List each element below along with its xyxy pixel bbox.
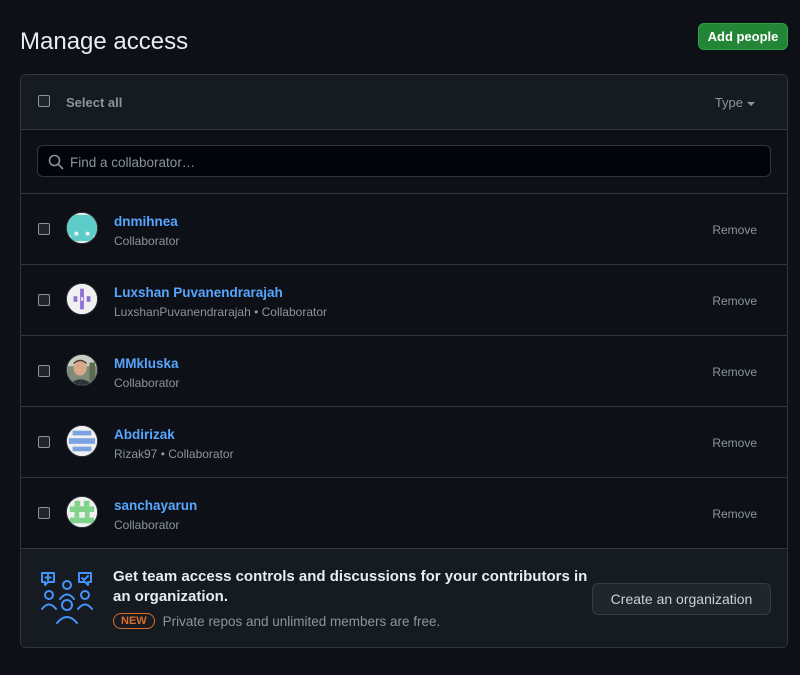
avatar[interactable] (66, 283, 98, 315)
collaborator-name-link[interactable]: sanchayarun (114, 498, 197, 513)
identicon-teal-icon (67, 213, 97, 243)
user-photo-icon (67, 355, 97, 385)
search-area (21, 130, 787, 194)
create-organization-button[interactable]: Create an organization (592, 583, 771, 615)
type-filter-dropdown[interactable]: Type (715, 95, 755, 110)
promo-title: Get team access controls and discussions… (113, 568, 588, 605)
collaborator-name-link[interactable]: Abdirizak (114, 427, 175, 442)
remove-button[interactable]: Remove (712, 223, 757, 237)
identicon-purple-icon (67, 284, 97, 314)
table-row: sanchayarun Collaborator Remove (21, 478, 787, 549)
collaborator-name-link[interactable]: Luxshan Puvanendrarajah (114, 285, 283, 300)
caret-down-icon (747, 101, 755, 106)
collaborator-role: Rizak97 • Collaborator (114, 447, 234, 461)
type-filter-label: Type (714, 95, 743, 110)
search-icon (48, 154, 64, 170)
new-badge: NEW (113, 613, 155, 629)
select-all-checkbox[interactable] (38, 95, 50, 107)
table-row: dnmihnea Collaborator Remove (21, 194, 787, 265)
add-people-button[interactable]: Add people (698, 23, 788, 50)
promo-text: Private repos and unlimited members are … (162, 613, 441, 629)
row-checkbox[interactable] (38, 507, 50, 519)
avatar[interactable] (66, 496, 98, 528)
avatar[interactable] (66, 354, 98, 386)
remove-button[interactable]: Remove (712, 294, 757, 308)
collaborator-name-link[interactable]: dnmihnea (114, 214, 178, 229)
identicon-green-icon (67, 497, 97, 527)
collaborators-panel: Select all Type dnmihnea Coll (20, 74, 788, 648)
people-discussion-icon (41, 572, 93, 624)
search-input[interactable] (68, 146, 762, 178)
remove-button[interactable]: Remove (712, 436, 757, 450)
collaborator-role: Collaborator (114, 234, 180, 248)
table-row: Abdirizak Rizak97 • Collaborator Remove (21, 407, 787, 478)
remove-button[interactable]: Remove (712, 365, 757, 379)
collaborator-role: Collaborator (114, 518, 180, 532)
table-row: Luxshan Puvanendrarajah LuxshanPuvanendr… (21, 265, 787, 336)
row-checkbox[interactable] (38, 294, 50, 306)
identicon-blue-icon (67, 426, 97, 456)
organization-promo: Get team access controls and discussions… (21, 549, 787, 647)
collaborator-role: Collaborator (114, 376, 180, 390)
collaborator-role: LuxshanPuvanendrarajah • Collaborator (114, 305, 328, 319)
table-row: MMkluska Collaborator Remove (21, 336, 787, 407)
row-checkbox[interactable] (38, 436, 50, 448)
search-field[interactable] (37, 145, 771, 178)
promo-line: NEW Private repos and unlimited members … (113, 613, 440, 629)
avatar[interactable] (66, 425, 98, 457)
page-title: Manage access (20, 28, 189, 55)
select-all-label: Select all (66, 95, 123, 110)
remove-button[interactable]: Remove (712, 507, 757, 521)
collaborator-name-link[interactable]: MMkluska (114, 356, 179, 371)
list-header: Select all Type (21, 75, 787, 130)
avatar[interactable] (66, 212, 98, 244)
row-checkbox[interactable] (38, 223, 50, 235)
row-checkbox[interactable] (38, 365, 50, 377)
